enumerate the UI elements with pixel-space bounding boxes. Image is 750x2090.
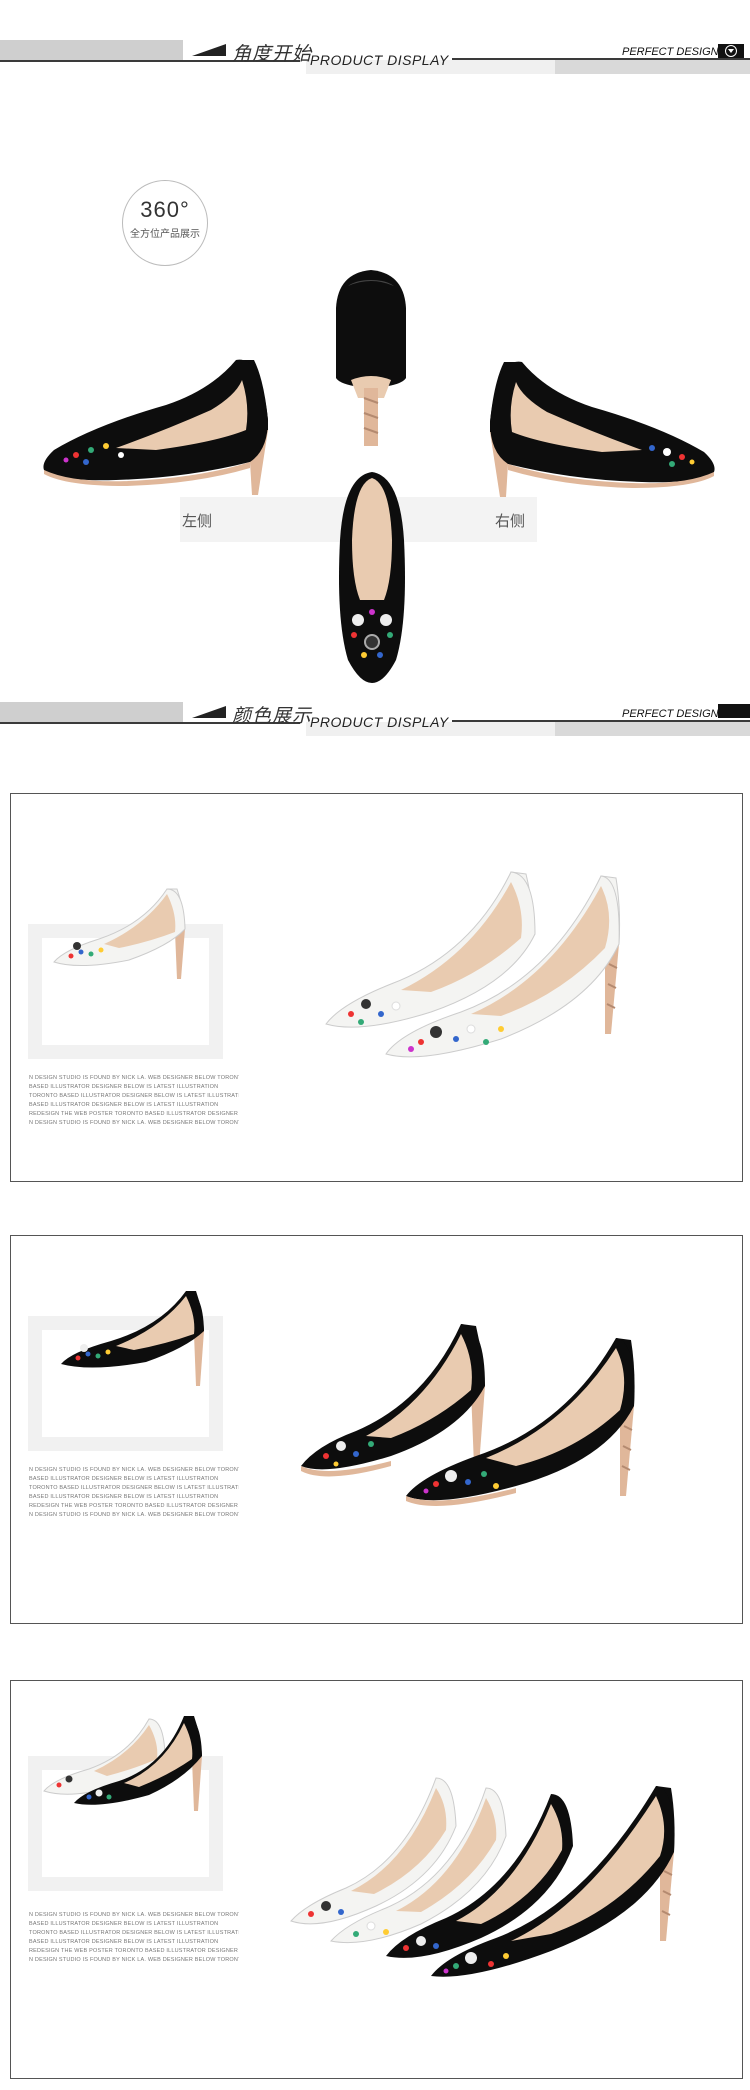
left-view-label: 左侧 bbox=[182, 512, 213, 530]
section-title-en: PRODUCT DISPLAY bbox=[310, 52, 449, 68]
arrow-icon bbox=[192, 44, 226, 56]
header-black-bar bbox=[718, 704, 750, 718]
rotation-360-badge: 360° 全方位产品展示 bbox=[122, 180, 208, 266]
header-gray-block-right bbox=[555, 722, 750, 736]
badge-caption: 全方位产品展示 bbox=[130, 229, 200, 240]
header-gray-block bbox=[0, 40, 183, 60]
mixed-shoe-group-image bbox=[290, 1777, 675, 1977]
mixed-shoe-thumbnail bbox=[43, 1716, 202, 1811]
product-description: N DESIGN STUDIO IS FOUND BY NICK LA. WEB… bbox=[29, 1075, 239, 1126]
section-header-color: 颜色展示 PRODUCT DISPLAY PERFECT DESIGN bbox=[0, 700, 750, 740]
white-shoe-thumbnail bbox=[53, 888, 186, 979]
arrow-icon bbox=[192, 706, 226, 718]
header-line-right bbox=[452, 720, 750, 722]
header-line-right bbox=[452, 58, 750, 60]
product-frame-mixed: N DESIGN STUDIO IS FOUND BY NICK LA. WEB… bbox=[10, 1680, 743, 2079]
product-description: N DESIGN STUDIO IS FOUND BY NICK LA. WEB… bbox=[29, 1467, 239, 1518]
product-frame-white: N DESIGN STUDIO IS FOUND BY NICK LA. WEB… bbox=[10, 793, 743, 1182]
shoe-right-side-image bbox=[490, 361, 715, 497]
perfect-design-label: PERFECT DESIGN bbox=[622, 46, 719, 58]
badge-number: 360° bbox=[140, 197, 190, 222]
product-description: N DESIGN STUDIO IS FOUND BY NICK LA. WEB… bbox=[29, 1912, 239, 1963]
header-gray-block bbox=[0, 702, 183, 722]
shoe-left-side-image bbox=[43, 359, 268, 495]
header-gray-block-right bbox=[555, 60, 750, 74]
shoe-top-view-image bbox=[339, 472, 405, 683]
section-header-angle: 角度开始 PRODUCT DISPLAY PERFECT DESIGN bbox=[0, 38, 750, 78]
perfect-design-label: PERFECT DESIGN bbox=[622, 708, 719, 720]
black-shoe-thumbnail bbox=[61, 1291, 204, 1386]
section-title-cn: 角度开始 bbox=[232, 43, 313, 65]
section-title-en: PRODUCT DISPLAY bbox=[310, 714, 449, 730]
black-shoe-pair-image bbox=[301, 1324, 635, 1506]
product-frame-black: N DESIGN STUDIO IS FOUND BY NICK LA. WEB… bbox=[10, 1235, 743, 1624]
chevron-down-icon bbox=[718, 44, 744, 58]
section-title-cn: 颜色展示 bbox=[232, 705, 313, 727]
right-view-label: 右侧 bbox=[495, 512, 526, 530]
white-shoe-pair-image bbox=[325, 871, 621, 1058]
shoe-back-view-image bbox=[336, 270, 406, 446]
